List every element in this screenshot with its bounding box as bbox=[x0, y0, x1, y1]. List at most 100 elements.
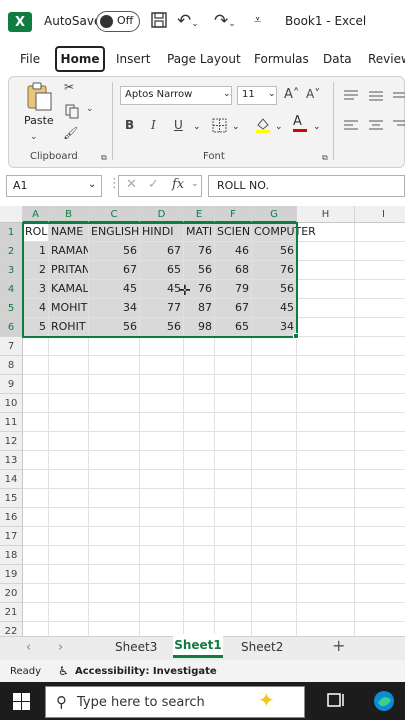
cell-e13[interactable] bbox=[184, 451, 215, 470]
cell-d13[interactable] bbox=[140, 451, 184, 470]
customize-toolbar-icon[interactable]: ⩡ bbox=[254, 11, 261, 31]
cell-h3[interactable] bbox=[297, 261, 355, 280]
cell-b8[interactable] bbox=[49, 356, 89, 375]
cell-f7[interactable] bbox=[215, 337, 252, 356]
column-header-e[interactable]: E bbox=[184, 206, 215, 223]
cell-a5[interactable]: 4 bbox=[23, 299, 49, 318]
cell-g20[interactable] bbox=[252, 584, 297, 603]
cell-e1[interactable]: MATI bbox=[184, 223, 215, 242]
cell-g14[interactable] bbox=[252, 470, 297, 489]
cell-g2[interactable]: 56 bbox=[252, 242, 297, 261]
cell-e8[interactable] bbox=[184, 356, 215, 375]
cell-g12[interactable] bbox=[252, 432, 297, 451]
cell-c1[interactable]: ENGLISH bbox=[89, 223, 140, 242]
cell-d5[interactable]: 77 bbox=[140, 299, 184, 318]
select-all-corner[interactable] bbox=[0, 206, 23, 223]
cell-i14[interactable] bbox=[355, 470, 405, 489]
cell-f15[interactable] bbox=[215, 489, 252, 508]
cell-e15[interactable] bbox=[184, 489, 215, 508]
cell-h10[interactable] bbox=[297, 394, 355, 413]
cell-f11[interactable] bbox=[215, 413, 252, 432]
cell-g6[interactable]: 34 bbox=[252, 318, 297, 337]
cell-a7[interactable] bbox=[23, 337, 49, 356]
cell-a20[interactable] bbox=[23, 584, 49, 603]
cell-b12[interactable] bbox=[49, 432, 89, 451]
cell-c16[interactable] bbox=[89, 508, 140, 527]
cell-b5[interactable]: MOHIT bbox=[49, 299, 89, 318]
name-box-chevron-icon[interactable]: ⌄ bbox=[88, 179, 96, 190]
cell-b21[interactable] bbox=[49, 603, 89, 622]
cell-a1[interactable]: ROL bbox=[23, 223, 49, 242]
cell-d15[interactable] bbox=[140, 489, 184, 508]
cell-c22[interactable] bbox=[89, 622, 140, 636]
cell-c11[interactable] bbox=[89, 413, 140, 432]
cell-b9[interactable] bbox=[49, 375, 89, 394]
tab-formulas[interactable]: Formulas bbox=[254, 52, 309, 66]
cell-b16[interactable] bbox=[49, 508, 89, 527]
cell-f12[interactable] bbox=[215, 432, 252, 451]
column-header-d[interactable]: D bbox=[140, 206, 184, 223]
cancel-entry-icon[interactable]: ✕ bbox=[126, 177, 137, 192]
cell-c9[interactable] bbox=[89, 375, 140, 394]
cell-c17[interactable] bbox=[89, 527, 140, 546]
cell-e3[interactable]: 56 bbox=[184, 261, 215, 280]
row-header-12[interactable]: 12 bbox=[0, 432, 23, 451]
cell-a21[interactable] bbox=[23, 603, 49, 622]
cell-f1[interactable]: SCIEN bbox=[215, 223, 252, 242]
cell-e12[interactable] bbox=[184, 432, 215, 451]
fill-handle[interactable] bbox=[293, 333, 299, 339]
row-header-22[interactable]: 22 bbox=[0, 622, 23, 636]
cell-i9[interactable] bbox=[355, 375, 405, 394]
cell-a11[interactable] bbox=[23, 413, 49, 432]
windows-start-icon[interactable] bbox=[13, 693, 30, 714]
cell-c21[interactable] bbox=[89, 603, 140, 622]
cell-e2[interactable]: 76 bbox=[184, 242, 215, 261]
format-painter-icon[interactable]: 🖌 bbox=[63, 126, 78, 140]
cell-a6[interactable]: 5 bbox=[23, 318, 49, 337]
cell-i8[interactable] bbox=[355, 356, 405, 375]
cell-d4[interactable]: 45 bbox=[140, 280, 184, 299]
cell-b20[interactable] bbox=[49, 584, 89, 603]
tab-data[interactable]: Data bbox=[323, 52, 352, 66]
cell-d1[interactable]: HINDI bbox=[140, 223, 184, 242]
row-header-8[interactable]: 8 bbox=[0, 356, 23, 375]
cell-d18[interactable] bbox=[140, 546, 184, 565]
insert-function-button[interactable]: fx bbox=[172, 177, 184, 192]
cell-i6[interactable] bbox=[355, 318, 405, 337]
cell-g1[interactable]: COMPUTER bbox=[252, 223, 316, 242]
paste-dropdown-icon[interactable]: ⌄ bbox=[30, 132, 38, 142]
cell-a9[interactable] bbox=[23, 375, 49, 394]
cell-g10[interactable] bbox=[252, 394, 297, 413]
cell-i10[interactable] bbox=[355, 394, 405, 413]
cell-e21[interactable] bbox=[184, 603, 215, 622]
cell-d7[interactable] bbox=[140, 337, 184, 356]
row-header-2[interactable]: 2 bbox=[0, 242, 23, 261]
cell-b6[interactable]: ROHIT bbox=[49, 318, 89, 337]
cell-i7[interactable] bbox=[355, 337, 405, 356]
align-middle-icon[interactable] bbox=[368, 88, 384, 107]
cell-h5[interactable] bbox=[297, 299, 355, 318]
cell-f18[interactable] bbox=[215, 546, 252, 565]
cell-a19[interactable] bbox=[23, 565, 49, 584]
cell-g15[interactable] bbox=[252, 489, 297, 508]
tab-page-layout[interactable]: Page Layout bbox=[167, 52, 241, 66]
row-header-18[interactable]: 18 bbox=[0, 546, 23, 565]
redo-icon[interactable]: ↷⌄ bbox=[214, 11, 236, 34]
cell-g4[interactable]: 56 bbox=[252, 280, 297, 299]
cell-e9[interactable] bbox=[184, 375, 215, 394]
cell-i1[interactable] bbox=[355, 223, 405, 242]
cell-h18[interactable] bbox=[297, 546, 355, 565]
cell-e11[interactable] bbox=[184, 413, 215, 432]
cell-h1[interactable] bbox=[297, 223, 355, 242]
cell-h19[interactable] bbox=[297, 565, 355, 584]
cell-d19[interactable] bbox=[140, 565, 184, 584]
align-left-icon[interactable] bbox=[343, 118, 359, 137]
cell-c8[interactable] bbox=[89, 356, 140, 375]
cell-b15[interactable] bbox=[49, 489, 89, 508]
cell-e7[interactable] bbox=[184, 337, 215, 356]
cell-b19[interactable] bbox=[49, 565, 89, 584]
autosave-toggle[interactable]: Off bbox=[96, 11, 140, 32]
copy-dropdown-icon[interactable]: ⌄ bbox=[86, 104, 94, 114]
row-header-10[interactable]: 10 bbox=[0, 394, 23, 413]
cell-h14[interactable] bbox=[297, 470, 355, 489]
